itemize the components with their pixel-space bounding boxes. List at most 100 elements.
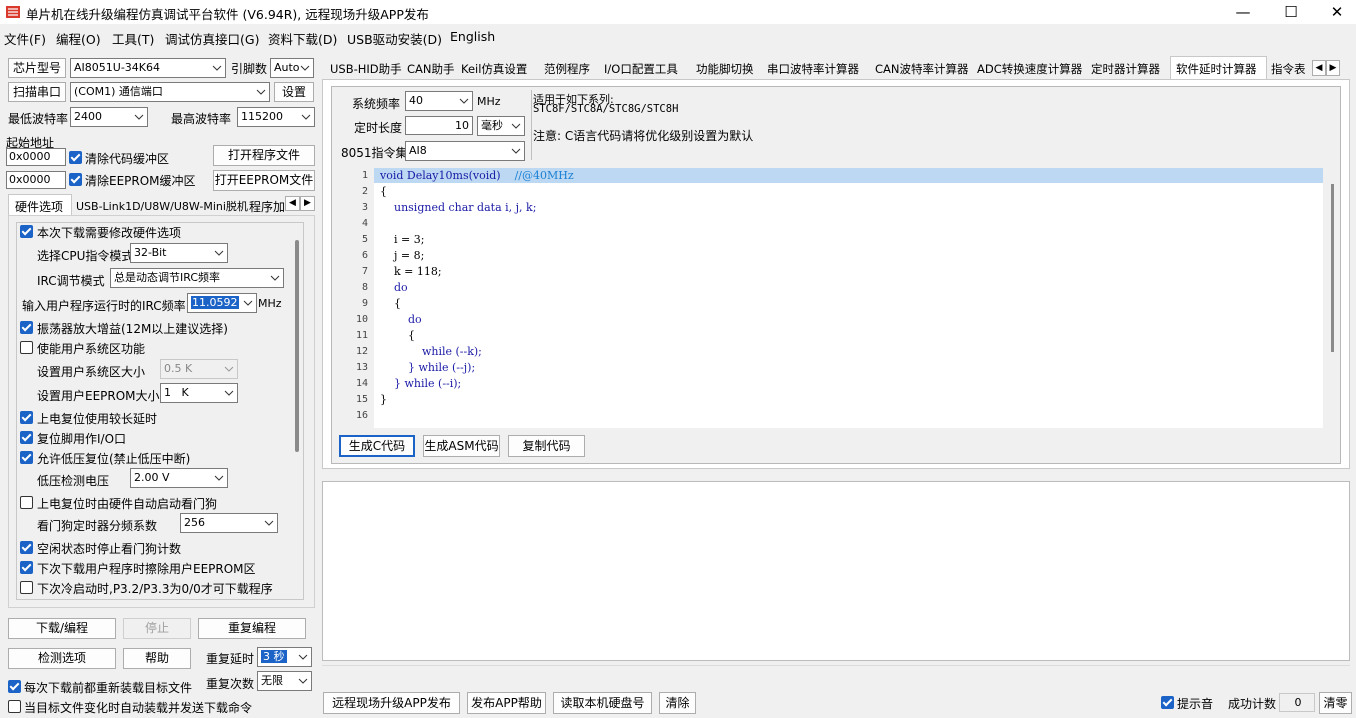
chevron-down-icon <box>270 275 280 281</box>
chip-model-button[interactable]: 芯片型号 <box>8 58 66 78</box>
lv-detect-value: 2.00 V <box>134 471 170 484</box>
tab-pin-switch[interactable]: 功能脚切换 <box>696 61 754 77</box>
tab-adc-speed[interactable]: ADC转换速度计算器 <box>977 61 1082 77</box>
tab-can-baud[interactable]: CAN波特率计算器 <box>875 61 969 77</box>
reset-as-io-checkbox[interactable] <box>20 431 33 444</box>
max-baud-select[interactable]: 115200 <box>237 107 315 127</box>
menu-debug[interactable]: 调试仿真接口(G) <box>165 29 259 48</box>
hw-watchdog-checkbox[interactable] <box>20 496 33 509</box>
irc-frequency-select[interactable]: 11.0592 <box>187 293 257 313</box>
scan-port-button[interactable]: 扫描串口 <box>8 82 66 102</box>
code-line: void Delay10ms(void) //@40MHz <box>380 169 574 182</box>
output-log[interactable] <box>322 481 1350 661</box>
instruction-set-select[interactable]: AI8 <box>405 141 525 161</box>
chip-model-select[interactable]: AI8051U-34K64 <box>70 58 226 78</box>
menu-usb-driver[interactable]: USB驱动安装(D) <box>347 29 442 48</box>
enable-sys-area-checkbox[interactable] <box>20 341 33 354</box>
tab-hardware-options[interactable]: 硬件选项 <box>8 194 72 216</box>
close-button[interactable]: ✕ <box>1314 0 1356 24</box>
menu-english[interactable]: English <box>450 29 495 44</box>
lv-detect-select[interactable]: 2.00 V <box>130 468 228 488</box>
tab-delay-calc[interactable]: 软件延时计算器 <box>1170 56 1267 80</box>
reload-each-checkbox[interactable] <box>8 680 21 693</box>
chevron-down-icon <box>511 148 521 154</box>
idle-stop-wdt-checkbox[interactable] <box>20 541 33 554</box>
generate-c-code-button[interactable]: 生成C代码 <box>339 435 415 457</box>
help-button[interactable]: 帮助 <box>123 648 191 669</box>
maximize-button[interactable]: ☐ <box>1268 0 1314 24</box>
delay-length-input[interactable]: 10 <box>405 116 473 135</box>
erase-eeprom-checkbox[interactable] <box>20 561 33 574</box>
chevron-down-icon <box>264 520 274 526</box>
pins-select[interactable]: Auto <box>270 58 314 78</box>
tab-uart-baud[interactable]: 串口波特率计算器 <box>767 61 859 77</box>
tab-timer-calc[interactable]: 定时器计算器 <box>1091 61 1160 77</box>
reprogram-button[interactable]: 重复编程 <box>198 618 306 639</box>
beep-checkbox[interactable] <box>1161 696 1174 709</box>
min-baud-select[interactable]: 2400 <box>70 107 148 127</box>
repeat-delay-select[interactable]: 3 秒 <box>257 647 312 667</box>
eeprom-address-input[interactable]: 0x0000 <box>6 171 66 189</box>
right-tab-scroll-right[interactable]: ▶ <box>1326 60 1340 76</box>
code-scrollbar[interactable] <box>1331 184 1334 352</box>
right-tab-scroll-left[interactable]: ◀ <box>1312 60 1326 76</box>
chevron-down-icon <box>134 114 144 120</box>
tab-instruction-table[interactable]: 指令表 <box>1271 61 1306 77</box>
reset-count-button[interactable]: 清零 <box>1319 692 1352 714</box>
clear-eeprom-checkbox[interactable] <box>69 173 82 186</box>
tab-usb-hid[interactable]: USB-HID助手 <box>330 61 402 77</box>
p32-p33-checkbox[interactable] <box>20 581 33 594</box>
port-value: (COM1) 通信端口 <box>74 85 163 98</box>
open-eeprom-file-button[interactable]: 打开EEPROM文件 <box>213 170 315 191</box>
port-select[interactable]: (COM1) 通信端口 <box>70 82 270 102</box>
beep-label: 提示音 <box>1177 697 1214 711</box>
cpu-mode-select[interactable]: 32-Bit <box>130 243 228 263</box>
modify-hw-checkbox[interactable] <box>20 225 33 238</box>
menu-download[interactable]: 资料下载(D) <box>268 29 337 48</box>
pins-value: Auto <box>274 61 300 74</box>
tab-scroll-left-button[interactable]: ◀ <box>285 196 300 211</box>
generate-asm-code-button[interactable]: 生成ASM代码 <box>423 435 500 457</box>
tab-program-load[interactable]: 程序加 <box>249 198 285 215</box>
eeprom-size-value: 1 K <box>164 386 189 399</box>
repeat-count-select[interactable]: 无限 <box>257 671 312 691</box>
long-reset-delay-checkbox[interactable] <box>20 411 33 424</box>
clear-code-checkbox[interactable] <box>69 151 82 164</box>
check-options-button[interactable]: 检测选项 <box>8 648 116 669</box>
options-scrollbar[interactable] <box>295 240 299 452</box>
read-disk-id-button[interactable]: 读取本机硬盘号 <box>553 692 652 714</box>
menu-file[interactable]: 文件(F) <box>4 29 46 48</box>
code-line: } while (--j); <box>380 361 476 374</box>
low-voltage-reset-checkbox[interactable] <box>20 451 33 464</box>
wdt-divider-select[interactable]: 256 <box>180 513 278 533</box>
tab-usb-link[interactable]: USB-Link1D/U8W/U8W-Mini脱机 <box>76 198 248 214</box>
stop-button[interactable]: 停止 <box>123 618 191 639</box>
minimize-button[interactable]: — <box>1220 0 1266 24</box>
tab-io-config[interactable]: I/O口配置工具 <box>604 61 678 77</box>
repeat-count-value: 无限 <box>261 674 283 687</box>
osc-gain-checkbox[interactable] <box>20 321 33 334</box>
line-number: 1 <box>361 170 368 181</box>
menu-program[interactable]: 编程(O) <box>56 29 101 48</box>
tab-scroll-right-button[interactable]: ▶ <box>300 196 315 211</box>
line-number: 7 <box>361 266 368 277</box>
tab-can-assistant[interactable]: CAN助手 <box>407 61 455 77</box>
tab-examples[interactable]: 范例程序 <box>544 61 590 77</box>
clear-log-button[interactable]: 清除 <box>659 692 696 714</box>
system-frequency-select[interactable]: 40 <box>405 91 473 111</box>
download-program-button[interactable]: 下载/编程 <box>8 618 116 639</box>
delay-unit-select[interactable]: 毫秒 <box>477 116 525 136</box>
irc-mode-select[interactable]: 总是动态调节IRC频率 <box>110 268 284 288</box>
tab-keil-settings[interactable]: Keil仿真设置 <box>461 61 527 77</box>
copy-code-button[interactable]: 复制代码 <box>508 435 585 457</box>
settings-button[interactable]: 设置 <box>274 82 314 102</box>
menu-tools[interactable]: 工具(T) <box>112 29 154 48</box>
code-address-input[interactable]: 0x0000 <box>6 148 66 166</box>
publish-app-button[interactable]: 远程现场升级APP发布 <box>323 692 460 714</box>
eeprom-size-select[interactable]: 1 K <box>160 383 238 403</box>
auto-reload-checkbox[interactable] <box>8 700 21 713</box>
sys-area-size-select[interactable]: 0.5 K <box>160 359 238 379</box>
publish-app-help-button[interactable]: 发布APP帮助 <box>467 692 546 714</box>
repeat-delay-value: 3 秒 <box>261 650 287 663</box>
open-program-file-button[interactable]: 打开程序文件 <box>213 145 315 166</box>
